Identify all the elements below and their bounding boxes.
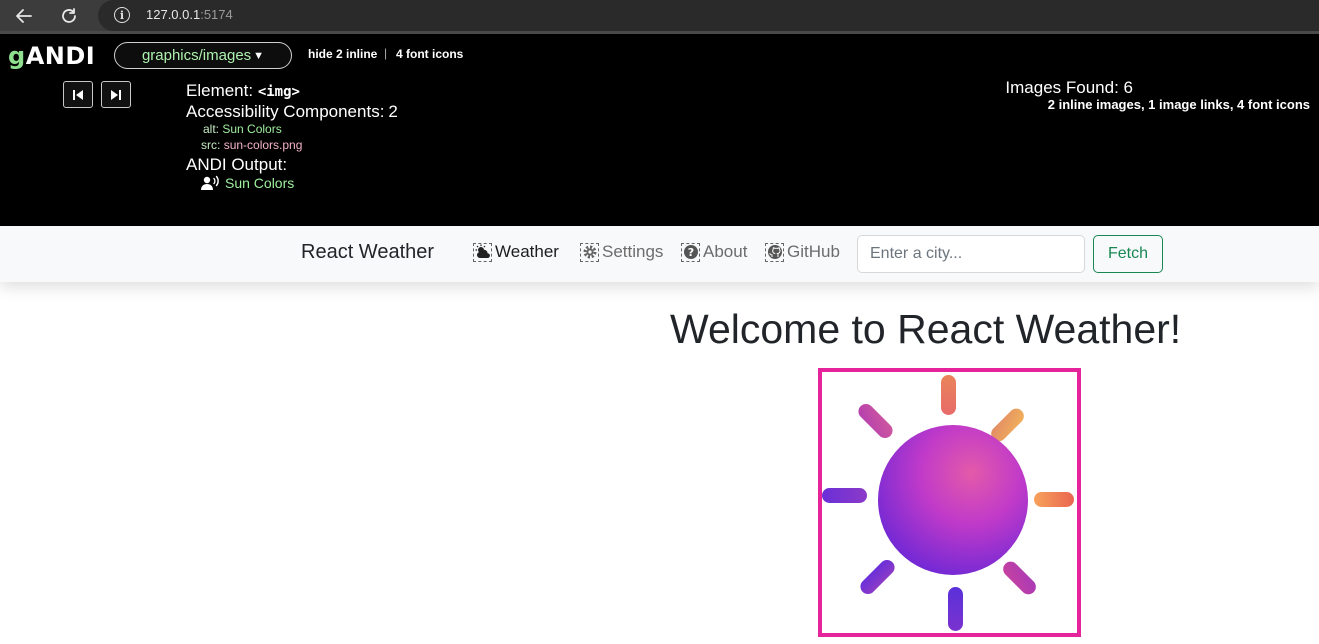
element-tag: <img> — [257, 84, 300, 100]
page-title: Welcome to React Weather! — [670, 306, 1182, 352]
site-info-icon[interactable]: i — [114, 7, 130, 23]
alt-attr-name: alt: — [203, 122, 220, 136]
gear-icon — [580, 242, 599, 262]
andi-logo: gANDI — [8, 42, 95, 70]
sun-ray — [858, 403, 893, 439]
font-icons-button[interactable]: 4 font icons — [396, 47, 463, 61]
sun-ray — [1034, 492, 1074, 507]
src-attr-value: sun-colors.png — [223, 138, 303, 152]
module-select-label: graphics/images — [141, 47, 252, 64]
andi-output: Sun Colors — [201, 175, 294, 191]
previous-element-button[interactable] — [63, 81, 93, 108]
skip-previous-icon — [73, 89, 83, 100]
url-host: 127.0.0.1 — [146, 7, 201, 22]
browser-toolbar: i 127.0.0.1:5174 — [0, 0, 1319, 32]
element-label: Element: — [186, 81, 254, 100]
address-bar[interactable]: i 127.0.0.1:5174 — [98, 0, 1319, 31]
sun-ray — [941, 375, 956, 415]
andi-panel: gANDI graphics/images ▼ hide 2 inline | 4… — [0, 34, 1319, 226]
andi-logo-text: ANDI — [25, 42, 96, 70]
sun-colors-image — [818, 368, 1081, 637]
sun-ray — [860, 559, 895, 595]
back-arrow-icon[interactable] — [11, 3, 37, 29]
nav-link-about[interactable]: ? About — [681, 242, 747, 262]
andi-output-value: Sun Colors — [225, 175, 295, 191]
sun-ray — [948, 587, 963, 631]
next-element-button[interactable] — [101, 81, 131, 108]
svg-text:?: ? — [687, 246, 693, 259]
fetch-button[interactable]: Fetch — [1093, 235, 1163, 273]
nav-link-settings-label: Settings — [602, 242, 664, 261]
alt-component: alt: Sun Colors — [203, 122, 282, 136]
src-attr-name: src: — [201, 138, 221, 152]
nav-link-about-label: About — [703, 242, 748, 261]
reload-icon[interactable] — [56, 3, 82, 29]
alt-attr-value: Sun Colors — [222, 122, 282, 136]
element-line: Element: <img> — [186, 81, 300, 101]
src-component: src: sun-colors.png — [201, 138, 302, 152]
accessibility-components-line: Accessibility Components: 2 — [186, 102, 398, 122]
nav-link-github-label: GitHub — [787, 242, 840, 261]
city-search-input[interactable] — [857, 235, 1085, 273]
nav-link-github[interactable]: GitHub — [765, 242, 840, 262]
url-text[interactable]: 127.0.0.1:5174 — [146, 7, 233, 22]
speaking-person-icon — [201, 175, 219, 190]
sun-body — [878, 425, 1028, 575]
option-separator: | — [384, 46, 388, 60]
nav-link-weather-label: Weather — [495, 242, 559, 261]
nav-link-settings[interactable]: Settings — [580, 242, 663, 262]
github-icon — [765, 242, 784, 262]
skip-next-icon — [111, 89, 121, 100]
sun-ray — [1003, 561, 1036, 595]
accessibility-components-count: 2 — [388, 102, 398, 121]
app-navbar: React Weather Weather Settings ? About G… — [0, 226, 1319, 282]
andi-output-label: ANDI Output: — [186, 155, 288, 174]
navbar-brand[interactable]: React Weather — [301, 241, 434, 264]
url-port: :5174 — [200, 7, 233, 22]
accessibility-components-label: Accessibility Components: — [186, 102, 385, 121]
sun-illustration — [822, 375, 1074, 631]
module-select[interactable]: graphics/images ▼ — [114, 42, 292, 69]
cloud-sun-icon — [473, 242, 492, 262]
hide-inline-button[interactable]: hide 2 inline — [308, 47, 377, 61]
sun-ray — [822, 488, 867, 503]
andi-logo-g: g — [8, 42, 26, 70]
question-circle-icon: ? — [681, 242, 700, 262]
nav-link-weather[interactable]: Weather — [473, 242, 559, 262]
images-found-summary: 2 inline images, 1 image links, 4 font i… — [1047, 97, 1310, 112]
images-found-count: Images Found: 6 — [1005, 78, 1133, 97]
caret-down-icon: ▼ — [253, 49, 265, 62]
